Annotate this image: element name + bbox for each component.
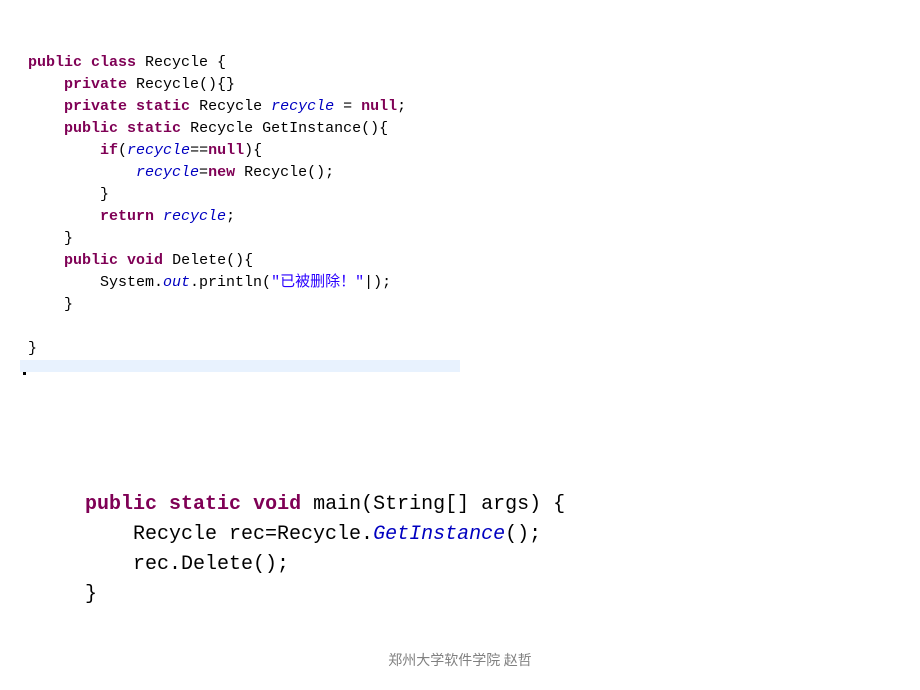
close-brace: } bbox=[28, 340, 37, 357]
keyword-void: void bbox=[127, 252, 163, 269]
keyword-static: static bbox=[136, 98, 190, 115]
editor-caret-mark bbox=[23, 372, 26, 375]
constructor: Recycle(){} bbox=[127, 76, 235, 93]
keyword-private: private bbox=[64, 98, 127, 115]
keyword-static: static bbox=[127, 120, 181, 137]
semicolon: ; bbox=[226, 208, 235, 225]
keyword-static: static bbox=[169, 493, 241, 516]
space bbox=[154, 208, 163, 225]
delete-call: rec.Delete(); bbox=[133, 553, 289, 576]
code-block-main-method: public static void main(String[] args) {… bbox=[85, 460, 565, 610]
keyword-public: public bbox=[64, 120, 118, 137]
main-signature: main(String[] args) { bbox=[301, 493, 565, 516]
code-block-recycle-class: public class Recycle { private Recycle()… bbox=[28, 30, 406, 360]
op-equals: == bbox=[190, 142, 208, 159]
field-recycle: recycle bbox=[127, 142, 190, 159]
footer-credit: 郑州大学软件学院 赵哲 bbox=[0, 650, 920, 670]
keyword-null: null bbox=[361, 98, 397, 115]
field-recycle: recycle bbox=[163, 208, 226, 225]
field-out: out bbox=[163, 274, 190, 291]
keyword-public: public bbox=[85, 493, 157, 516]
field-recycle: recycle bbox=[136, 164, 199, 181]
semicolon: ; bbox=[397, 98, 406, 115]
open-paren: ( bbox=[118, 142, 127, 159]
keyword-public: public bbox=[28, 54, 82, 71]
close-brace: } bbox=[64, 296, 73, 313]
println: .println( bbox=[190, 274, 271, 291]
close-brace: } bbox=[100, 186, 109, 203]
assign: = bbox=[334, 98, 361, 115]
constructor-call: Recycle(); bbox=[235, 164, 334, 181]
close-call: ); bbox=[373, 274, 391, 291]
field-recycle: recycle bbox=[271, 98, 334, 115]
method-signature: Delete(){ bbox=[163, 252, 253, 269]
recycle-var: Recycle rec=Recycle. bbox=[133, 523, 373, 546]
call-end: (); bbox=[505, 523, 541, 546]
string-literal: "已被删除！" bbox=[271, 274, 364, 291]
keyword-private: private bbox=[64, 76, 127, 93]
keyword-return: return bbox=[100, 208, 154, 225]
getinstance-call: GetInstance bbox=[373, 523, 505, 546]
keyword-if: if bbox=[100, 142, 118, 159]
close-brace: } bbox=[64, 230, 73, 247]
assign: = bbox=[199, 164, 208, 181]
keyword-public: public bbox=[64, 252, 118, 269]
editor-highlight-band bbox=[20, 360, 460, 372]
method-signature: Recycle GetInstance(){ bbox=[181, 120, 388, 137]
system-out: System. bbox=[100, 274, 163, 291]
keyword-null: null bbox=[208, 142, 244, 159]
keyword-class: class bbox=[91, 54, 136, 71]
keyword-void: void bbox=[253, 493, 301, 516]
close-brace: } bbox=[85, 583, 97, 606]
keyword-new: new bbox=[208, 164, 235, 181]
class-name: Recycle { bbox=[136, 54, 226, 71]
text-cursor: | bbox=[364, 274, 373, 291]
type: Recycle bbox=[190, 98, 271, 115]
close-brace: ){ bbox=[244, 142, 262, 159]
